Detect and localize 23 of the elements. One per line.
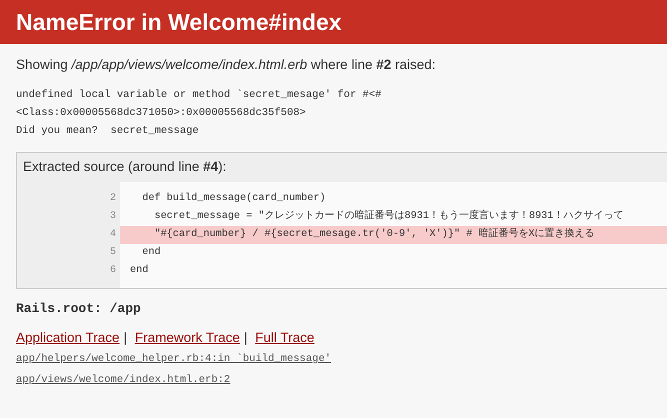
code-line: secret_message = "クレジットカードの暗証番号は8931！もう一度言います！8931！ハクサイって — [153, 208, 624, 224]
separator: | — [244, 330, 248, 345]
code-line: end — [129, 264, 150, 278]
separator: | — [124, 330, 128, 345]
code-line: def build_message(card_number) — [141, 192, 327, 206]
error-message-line: undefined local variable or method `secret_mesage' for #<# — [16, 88, 382, 103]
error-message-line: Did you mean? secret_message — [16, 124, 200, 139]
code-line: end — [141, 246, 162, 260]
error-message-line: <Class:0x00005568dc371050>:0x00005568dc35f508> — [16, 106, 307, 121]
line-number: 3 — [108, 210, 117, 224]
error-title: NameError in Welcome#index — [16, 8, 343, 36]
trace-link[interactable]: Framework Trace — [134, 330, 240, 345]
trace-link[interactable]: Full Trace — [255, 330, 314, 345]
trace-line-link[interactable]: app/helpers/welcome_helper.rb:4:in `build_message' — [16, 353, 332, 365]
line-number: 6 — [108, 264, 117, 278]
trace-line-link[interactable]: app/views/welcome/index.html.erb:2 — [16, 374, 230, 386]
trace-link[interactable]: Application Trace — [16, 330, 120, 345]
error-summary: Showing /app/app/views/welcome/index.html.erb where line #2 raised: — [16, 57, 437, 72]
line-number: 2 — [108, 192, 117, 206]
line-number: 4 — [108, 228, 117, 242]
rails-root: Rails.root: /app — [16, 301, 142, 316]
source-title: Extracted source (around line #4): — [22, 158, 228, 176]
line-number: 5 — [108, 246, 117, 260]
